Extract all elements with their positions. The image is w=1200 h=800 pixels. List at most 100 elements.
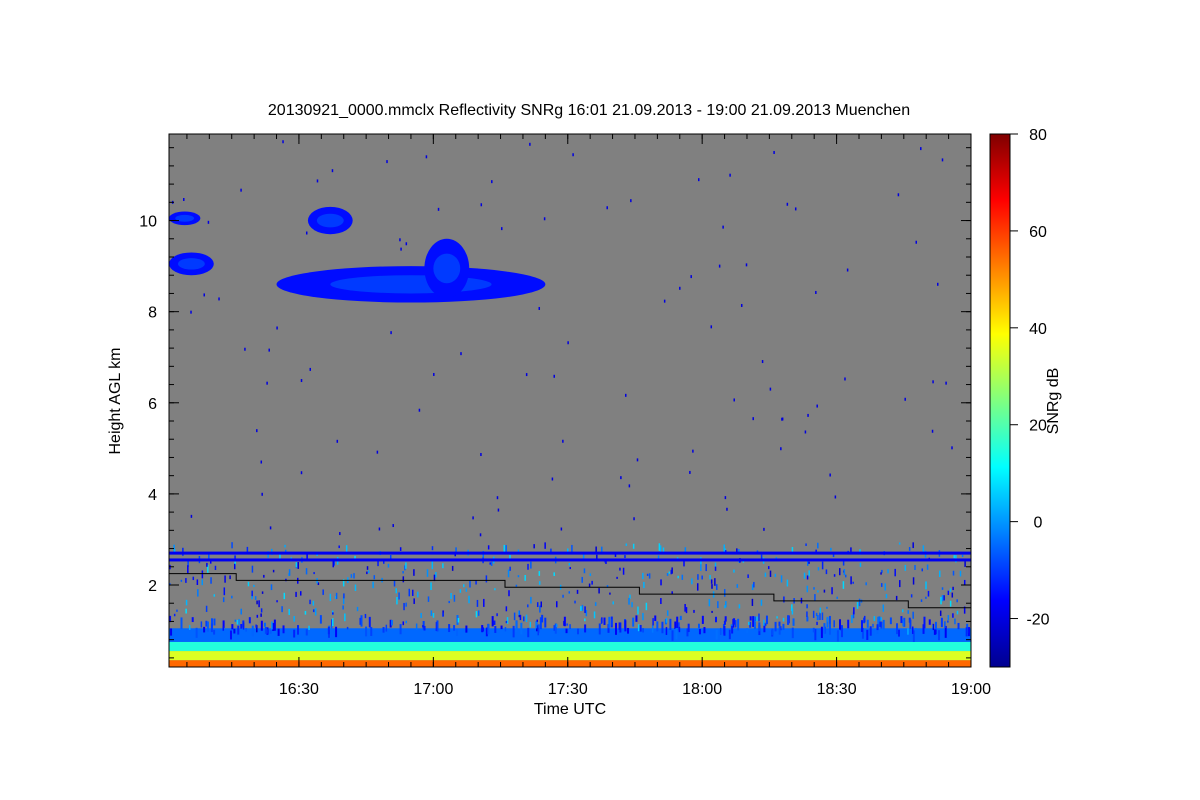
noise-speckle — [459, 589, 462, 593]
noise-speckle — [255, 624, 257, 628]
noise-speckle — [719, 627, 722, 635]
noise-speckle — [803, 572, 806, 579]
noise-speckle — [816, 621, 818, 626]
noise-speckle — [884, 583, 886, 591]
boundary-layer-speckle — [900, 616, 903, 624]
noise-speckle — [562, 439, 564, 443]
noise-speckle — [853, 607, 855, 615]
noise-speckle — [393, 580, 396, 587]
noise-speckle — [947, 620, 949, 623]
boundary-layer-speckle — [792, 618, 795, 626]
noise-speckle — [708, 598, 711, 607]
y-tick-label: 8 — [148, 305, 157, 322]
noise-speckle — [609, 592, 611, 595]
noise-speckle — [400, 247, 402, 251]
noise-speckle — [897, 193, 900, 197]
boundary-layer-speckle — [687, 623, 690, 633]
noise-speckle — [904, 397, 906, 401]
boundary-layer-speckle — [584, 624, 587, 633]
noise-speckle — [350, 574, 353, 578]
noise-speckle — [833, 620, 835, 628]
noise-speckle — [282, 140, 284, 144]
boundary-layer-speckle — [791, 627, 794, 639]
boundary-layer-speckle — [365, 626, 368, 637]
boundary-layer-speckle — [251, 625, 254, 637]
noise-speckle — [430, 610, 433, 616]
noise-speckle — [932, 623, 935, 631]
boundary-layer-speckle — [544, 617, 547, 628]
noise-speckle — [616, 576, 618, 579]
noise-speckle — [880, 572, 882, 575]
noise-speckle — [469, 580, 471, 588]
noise-speckle — [551, 477, 554, 481]
noise-speckle — [508, 590, 510, 597]
noise-speckle — [405, 620, 407, 624]
noise-speckle — [201, 570, 204, 579]
noise-speckle — [544, 542, 546, 549]
noise-speckle — [834, 495, 837, 499]
boundary-layer-speckle — [967, 627, 970, 637]
noise-speckle — [297, 562, 299, 569]
noise-speckle — [566, 623, 568, 626]
noise-speckle — [538, 306, 541, 310]
boundary-layer-speckle — [733, 618, 736, 625]
noise-speckle — [468, 595, 470, 604]
boundary-layer-speckle — [237, 625, 240, 635]
noise-speckle — [465, 588, 468, 592]
noise-speckle — [331, 169, 334, 173]
boundary-layer-speckle — [608, 616, 611, 629]
noise-speckle — [761, 360, 764, 364]
noise-speckle — [850, 547, 852, 552]
boundary-layer-speckle — [494, 626, 497, 633]
noise-speckle — [937, 282, 939, 286]
noise-speckle — [851, 615, 853, 624]
noise-speckle — [295, 591, 297, 597]
boundary-layer-speckle — [515, 620, 518, 632]
noise-speckle — [276, 600, 278, 603]
noise-speckle — [568, 563, 571, 566]
boundary-layer-speckle — [293, 629, 296, 638]
noise-speckle — [658, 543, 661, 551]
noise-speckle — [901, 609, 904, 613]
noise-speckle — [402, 570, 404, 574]
noise-speckle — [529, 142, 531, 146]
noise-speckle — [791, 608, 794, 615]
noise-speckle — [530, 561, 532, 569]
boundary-layer-speckle — [778, 625, 781, 635]
boundary-layer-band — [169, 660, 971, 667]
noise-speckle — [964, 561, 966, 567]
noise-speckle — [637, 606, 639, 615]
noise-speckle — [354, 584, 357, 591]
noise-speckle — [283, 592, 286, 600]
boundary-layer-speckle — [897, 629, 900, 637]
noise-speckle — [665, 617, 668, 623]
noise-speckle — [496, 613, 498, 617]
noise-speckle — [314, 608, 317, 616]
boundary-layer-speckle — [269, 629, 272, 634]
noise-speckle — [200, 621, 203, 628]
boundary-layer-speckle — [213, 618, 216, 626]
noise-speckle — [716, 584, 718, 590]
noise-speckle — [442, 563, 444, 569]
noise-speckle — [496, 496, 499, 500]
noise-speckle — [927, 590, 930, 597]
boundary-layer-speckle — [940, 617, 943, 628]
noise-speckle — [780, 447, 782, 451]
boundary-layer-speckle — [248, 617, 251, 624]
noise-speckle — [300, 471, 303, 475]
noise-speckle — [392, 524, 394, 528]
noise-speckle — [312, 600, 315, 606]
noise-speckle — [748, 621, 750, 626]
noise-speckle — [489, 562, 491, 565]
noise-speckle — [660, 598, 662, 604]
noise-speckle — [503, 544, 506, 552]
boundary-layer-speckle — [453, 625, 456, 631]
boundary-layer-speckle — [520, 622, 523, 635]
noise-speckle — [642, 628, 644, 633]
noise-speckle — [581, 576, 583, 583]
boundary-layer-speckle — [876, 624, 879, 631]
boundary-layer-speckle — [820, 626, 823, 638]
noise-speckle — [343, 593, 345, 599]
boundary-layer-speckle — [847, 619, 850, 629]
noise-speckle — [403, 602, 405, 611]
